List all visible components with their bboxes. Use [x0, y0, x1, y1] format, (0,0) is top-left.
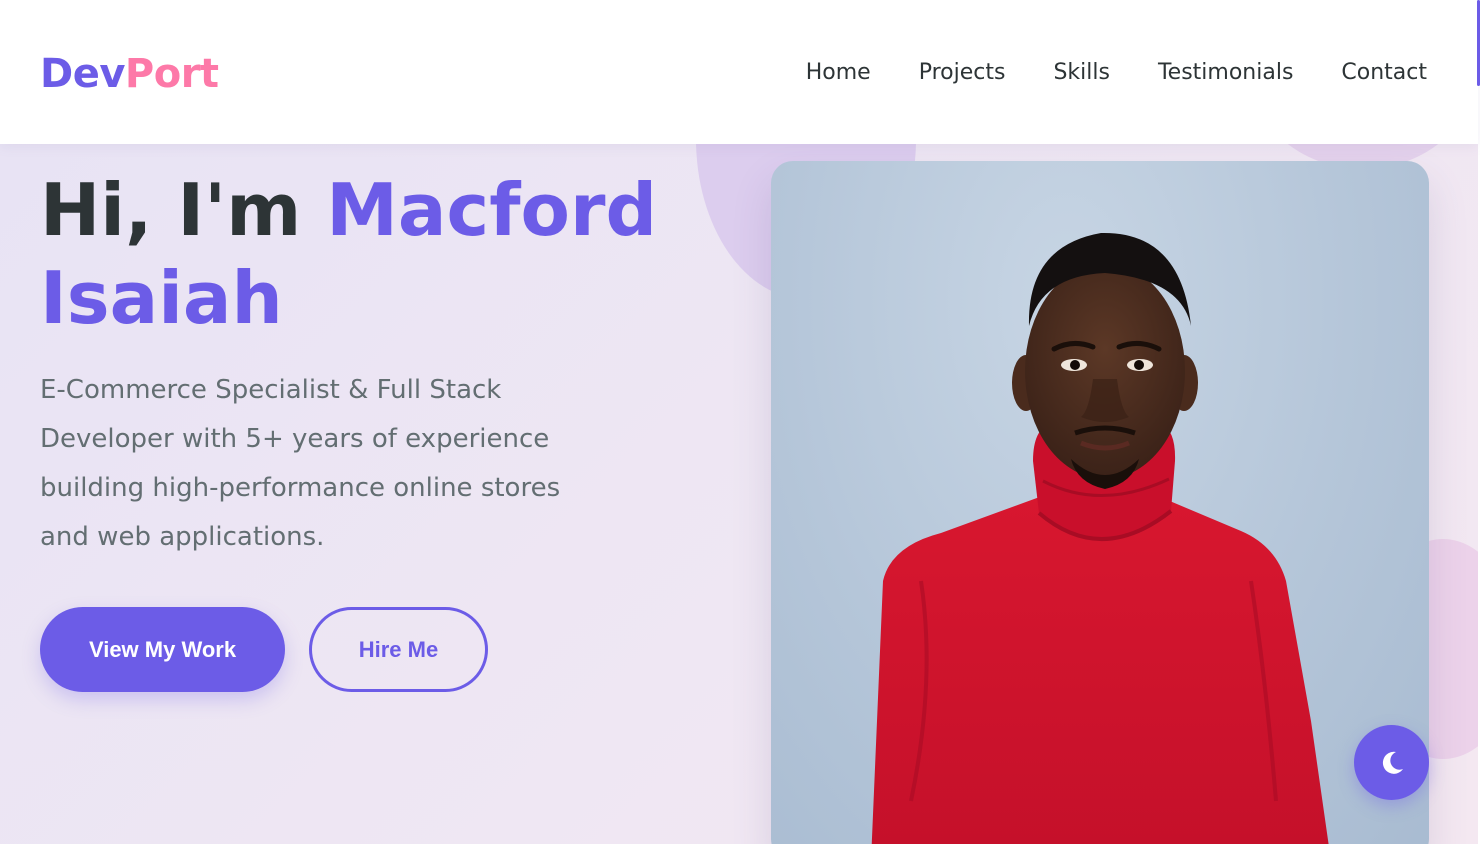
logo-part-dev: Dev	[40, 51, 125, 97]
moon-icon	[1382, 751, 1403, 774]
profile-photo	[771, 161, 1429, 844]
hero-greeting: Hi, I'm	[40, 168, 327, 252]
site-header: DevPort Home Projects Skills Testimonial…	[0, 0, 1478, 144]
nav-link-testimonials[interactable]: Testimonials	[1158, 56, 1293, 90]
person-photo-illustration	[871, 232, 1329, 844]
theme-toggle-button[interactable]	[1354, 725, 1429, 800]
nav-link-contact[interactable]: Contact	[1341, 56, 1427, 90]
page: DevPort Home Projects Skills Testimonial…	[0, 0, 1480, 844]
view-my-work-button[interactable]: View My Work	[40, 607, 285, 692]
brand-logo[interactable]: DevPort	[40, 50, 219, 98]
nav-link-home[interactable]: Home	[806, 56, 871, 90]
nav-link-skills[interactable]: Skills	[1053, 56, 1110, 90]
hero-section: Hi, I'm Macford Isaiah E-Commerce Specia…	[0, 144, 1478, 844]
hero-description: E-Commerce Specialist & Full Stack Devel…	[40, 375, 561, 552]
nav-link-projects[interactable]: Projects	[919, 56, 1006, 90]
hero-headline: Hi, I'm Macford Isaiah	[40, 166, 680, 342]
logo-part-port: Port	[124, 51, 219, 97]
main-nav: Home Projects Skills Testimonials Contac…	[758, 56, 1427, 90]
hire-me-button[interactable]: Hire Me	[309, 607, 488, 692]
